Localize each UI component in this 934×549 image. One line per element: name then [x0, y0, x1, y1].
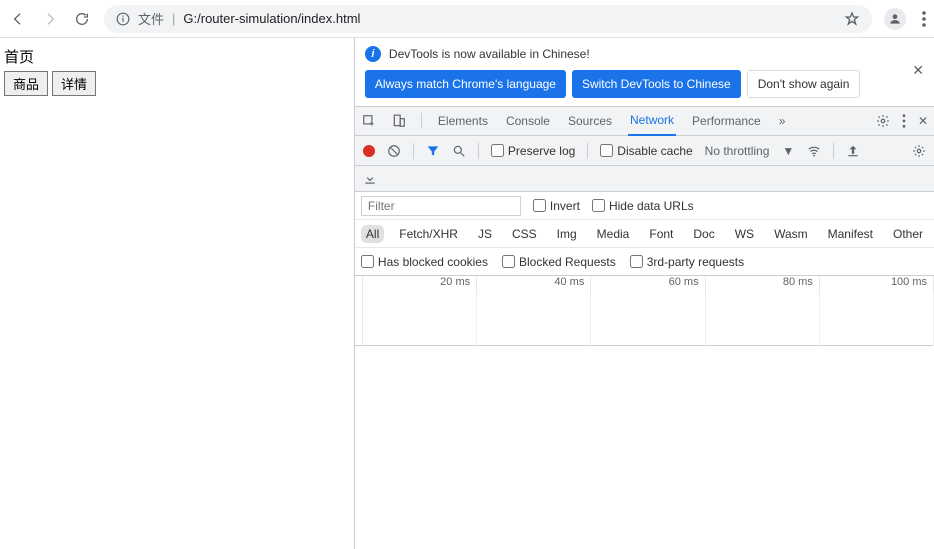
info-icon — [116, 12, 130, 26]
blocked-requests-checkbox[interactable]: Blocked Requests — [502, 255, 616, 269]
settings-icon[interactable] — [912, 144, 926, 158]
record-button[interactable] — [363, 145, 375, 157]
upload-icon[interactable] — [846, 144, 860, 158]
type-all[interactable]: All — [361, 225, 384, 243]
devtools-tabs: Elements Console Sources Network Perform… — [355, 106, 934, 136]
network-toolbar: Preserve log Disable cache No throttling… — [355, 136, 934, 166]
tab-network[interactable]: Network — [628, 106, 676, 136]
tab-sources[interactable]: Sources — [566, 106, 614, 136]
tabs-overflow-icon[interactable]: » — [777, 106, 788, 136]
page-title: 首页 — [4, 46, 350, 67]
url-prefix: 文件 — [138, 9, 164, 28]
type-media[interactable]: Media — [592, 225, 635, 243]
type-manifest[interactable]: Manifest — [823, 225, 878, 243]
forward-button[interactable] — [40, 9, 60, 29]
timeline-label: 20 ms — [363, 276, 477, 294]
request-list-empty — [355, 346, 934, 549]
blocked-cookies-checkbox[interactable]: Has blocked cookies — [361, 255, 488, 269]
timeline[interactable]: 20 ms 40 ms 60 ms 80 ms 100 ms — [355, 276, 934, 346]
page-content: 首页 商品 详情 — [0, 38, 354, 549]
tab-performance[interactable]: Performance — [690, 106, 763, 136]
hide-urls-checkbox[interactable]: Hide data URLs — [592, 199, 694, 213]
separator — [421, 113, 422, 129]
profile-button[interactable] — [884, 8, 906, 30]
download-icon[interactable] — [363, 172, 377, 186]
close-icon[interactable]: ✕ — [918, 114, 928, 128]
tab-elements[interactable]: Elements — [436, 106, 490, 136]
preserve-log-checkbox[interactable]: Preserve log — [491, 144, 575, 158]
settings-icon[interactable] — [876, 114, 890, 128]
filter-row: Invert Hide data URLs — [355, 192, 934, 220]
device-icon[interactable] — [391, 114, 407, 128]
third-party-checkbox[interactable]: 3rd-party requests — [630, 255, 744, 269]
reload-button[interactable] — [72, 9, 92, 29]
wifi-icon[interactable] — [807, 144, 821, 158]
banner-info-icon: i — [365, 46, 381, 62]
check-row: Has blocked cookies Blocked Requests 3rd… — [355, 248, 934, 276]
more-icon[interactable] — [902, 114, 906, 128]
star-icon[interactable] — [844, 11, 860, 27]
search-icon[interactable] — [452, 144, 466, 158]
url-text: G:/router-simulation/index.html — [183, 11, 360, 26]
chevron-down-icon[interactable]: ▼ — [781, 144, 795, 158]
url-separator: | — [172, 11, 175, 26]
banner-text: DevTools is now available in Chinese! — [389, 47, 590, 61]
always-match-button[interactable]: Always match Chrome's language — [365, 70, 566, 98]
type-filter-row: All Fetch/XHR JS CSS Img Media Font Doc … — [355, 220, 934, 248]
type-js[interactable]: JS — [473, 225, 497, 243]
timeline-label: 60 ms — [591, 276, 705, 294]
banner-close-icon[interactable]: ✕ — [912, 62, 924, 79]
throttle-select[interactable]: No throttling — [705, 144, 770, 158]
type-ws[interactable]: WS — [730, 225, 759, 243]
separator — [587, 143, 588, 159]
separator — [833, 143, 834, 159]
type-fetch[interactable]: Fetch/XHR — [394, 225, 463, 243]
inspect-icon[interactable] — [361, 114, 377, 128]
type-img[interactable]: Img — [552, 225, 582, 243]
filter-input[interactable] — [361, 196, 521, 216]
type-doc[interactable]: Doc — [688, 225, 719, 243]
disable-cache-checkbox[interactable]: Disable cache — [600, 144, 692, 158]
devtools-panel: i DevTools is now available in Chinese! … — [354, 38, 934, 549]
network-toolbar-2 — [355, 166, 934, 192]
separator — [413, 143, 414, 159]
invert-checkbox[interactable]: Invert — [533, 199, 580, 213]
timeline-label: 80 ms — [706, 276, 820, 294]
detail-button[interactable]: 详情 — [52, 71, 96, 96]
type-other[interactable]: Other — [888, 225, 928, 243]
timeline-label: 40 ms — [477, 276, 591, 294]
goods-button[interactable]: 商品 — [4, 71, 48, 96]
type-wasm[interactable]: Wasm — [769, 225, 813, 243]
clear-icon[interactable] — [387, 144, 401, 158]
menu-button[interactable] — [922, 11, 926, 27]
tab-console[interactable]: Console — [504, 106, 552, 136]
dont-show-button[interactable]: Don't show again — [747, 70, 861, 98]
address-bar[interactable]: 文件 | G:/router-simulation/index.html — [104, 5, 872, 33]
language-banner: i DevTools is now available in Chinese! … — [355, 38, 934, 70]
filter-icon[interactable] — [426, 144, 440, 158]
type-css[interactable]: CSS — [507, 225, 542, 243]
switch-chinese-button[interactable]: Switch DevTools to Chinese — [572, 70, 741, 98]
timeline-label: 100 ms — [820, 276, 934, 294]
back-button[interactable] — [8, 9, 28, 29]
type-font[interactable]: Font — [644, 225, 678, 243]
separator — [478, 143, 479, 159]
